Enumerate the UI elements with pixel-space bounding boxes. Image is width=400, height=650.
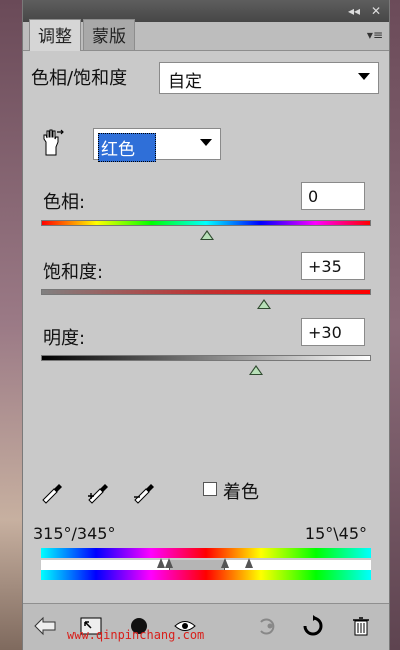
output-color-bar bbox=[41, 570, 371, 580]
range-right-degrees: 15°\45° bbox=[304, 524, 367, 543]
hue-label: 色相: bbox=[43, 192, 86, 213]
tab-masks[interactable]: 蒙版 bbox=[83, 19, 135, 50]
panel-tabs: 调整 蒙版 ▾≡ bbox=[23, 19, 389, 51]
saturation-label: 饱和度: bbox=[43, 262, 104, 283]
range-left-degrees: 315°/345° bbox=[33, 524, 116, 543]
range-handle-left-inner[interactable] bbox=[165, 558, 173, 568]
colorize-checkbox[interactable] bbox=[203, 482, 217, 496]
tab-adjustments[interactable]: 调整 bbox=[29, 19, 81, 51]
preset-value: 自定 bbox=[168, 72, 202, 92]
panel-bottom-toolbar: www.qinpinchang.com bbox=[23, 603, 389, 650]
preset-select[interactable]: 自定 bbox=[159, 62, 379, 94]
eyedropper-plus-icon[interactable] bbox=[85, 476, 111, 504]
back-arrow-icon[interactable] bbox=[33, 614, 57, 638]
view-previous-icon[interactable] bbox=[255, 614, 279, 638]
background-left bbox=[0, 0, 22, 650]
saturation-slider-track[interactable] bbox=[41, 289, 371, 295]
reset-icon[interactable] bbox=[301, 614, 325, 638]
eyedropper-icon[interactable] bbox=[39, 476, 65, 504]
close-icon[interactable]: ✕ bbox=[369, 4, 383, 18]
tool-row: 着色 bbox=[39, 476, 379, 506]
range-handle-right-outer[interactable] bbox=[245, 558, 253, 568]
saturation-input[interactable]: +35 bbox=[301, 252, 365, 280]
channel-value: 红色 bbox=[98, 133, 156, 162]
range-selection[interactable] bbox=[169, 560, 225, 570]
watermark-text: www.qinpinchang.com bbox=[67, 628, 205, 642]
colorize-label: 着色 bbox=[223, 482, 259, 503]
range-handle-right-inner[interactable] bbox=[221, 558, 229, 568]
range-handle-left-outer[interactable] bbox=[157, 558, 165, 568]
adjustments-panel: ◂◂ ✕ 调整 蒙版 ▾≡ 色相/饱和度 自定 红色 色相: 0 饱和度: +3… bbox=[22, 0, 390, 650]
panel-menu-icon[interactable]: ▾≡ bbox=[367, 28, 383, 42]
lightness-slider-track[interactable] bbox=[41, 355, 371, 361]
channel-select[interactable]: 红色 bbox=[93, 128, 221, 162]
eyedropper-minus-icon[interactable] bbox=[131, 476, 157, 504]
hue-slider-track[interactable] bbox=[41, 220, 371, 226]
adjustment-title: 色相/饱和度 bbox=[31, 68, 128, 89]
input-color-bar bbox=[41, 548, 371, 558]
hue-input[interactable]: 0 bbox=[301, 182, 365, 210]
hand-arrows-icon[interactable] bbox=[39, 128, 65, 156]
background-right bbox=[390, 0, 400, 650]
chevron-down-icon bbox=[200, 139, 212, 146]
lightness-label: 明度: bbox=[43, 328, 86, 349]
chevron-down-icon bbox=[358, 73, 370, 80]
lightness-input[interactable]: +30 bbox=[301, 318, 365, 346]
collapse-icon[interactable]: ◂◂ bbox=[347, 4, 361, 18]
trash-icon[interactable] bbox=[349, 614, 373, 638]
